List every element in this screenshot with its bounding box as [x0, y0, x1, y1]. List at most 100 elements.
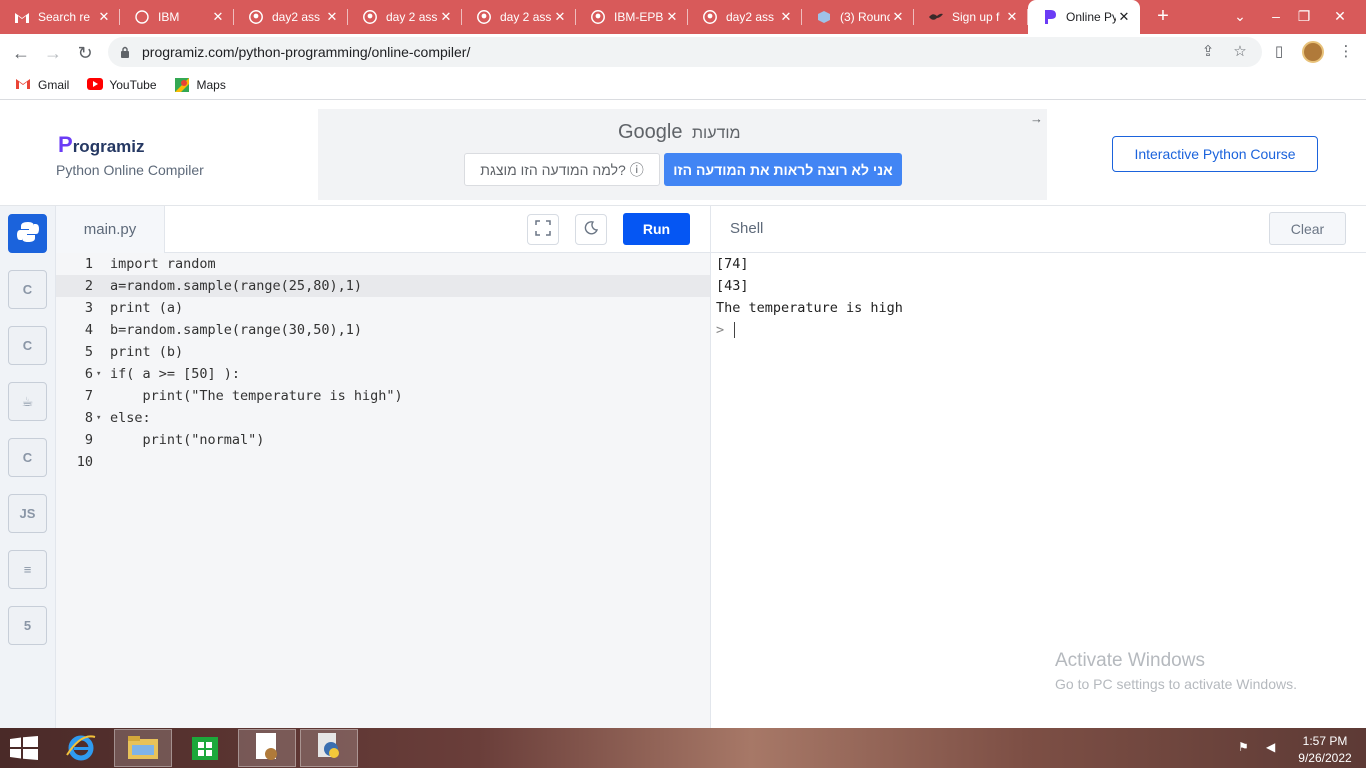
- tab-signup[interactable]: Sign up f ✕: [914, 0, 1028, 34]
- file-tab-main[interactable]: main.py: [56, 206, 165, 253]
- shell-output-line: [43]: [716, 278, 749, 294]
- shell-output-line: The temperature is high: [716, 300, 903, 316]
- activate-windows-title: Activate Windows: [1055, 650, 1205, 671]
- clear-button[interactable]: Clear: [1269, 212, 1346, 245]
- tab-title: (3) Round: [840, 10, 890, 24]
- tab-ibm-epb[interactable]: IBM-EPB ✕: [576, 0, 688, 34]
- back-arrow-icon[interactable]: ←: [8, 40, 34, 66]
- bookmark-youtube[interactable]: YouTube: [87, 77, 157, 92]
- tab-day2-d[interactable]: day2 ass ✕: [688, 0, 802, 34]
- taskbar-photo-viewer[interactable]: [238, 729, 296, 767]
- github-icon: [702, 9, 718, 25]
- rail-python[interactable]: [8, 214, 47, 253]
- fold-arrow-icon[interactable]: ▾: [96, 363, 101, 385]
- rail-csharp[interactable]: C: [8, 438, 47, 477]
- close-icon[interactable]: ✕: [210, 9, 226, 25]
- page-subtitle: Python Online Compiler: [56, 162, 204, 178]
- tab-day2-b[interactable]: day 2 ass ✕: [348, 0, 462, 34]
- html5-icon: 5: [23, 618, 32, 633]
- windows-start-button[interactable]: [10, 736, 38, 760]
- tab-online-python[interactable]: Online Py ✕: [1028, 0, 1140, 34]
- close-icon[interactable]: ✕: [664, 9, 680, 25]
- stop-seeing-ad-button[interactable]: אני לא רוצה לראות את המודעה הזו: [664, 153, 902, 186]
- document-avatar-icon: [253, 732, 281, 765]
- why-this-ad-button[interactable]: למה המודעה הזו מוצגת? ⓘ: [464, 153, 660, 186]
- rail-c[interactable]: C: [8, 270, 47, 309]
- tab-title: day2 ass: [726, 10, 775, 24]
- close-icon[interactable]: ✕: [1116, 9, 1132, 25]
- forward-arrow-icon[interactable]: →: [40, 40, 66, 66]
- programiz-logo[interactable]: Programiz: [58, 132, 144, 158]
- code-line: 10: [56, 451, 710, 473]
- tab-search-chevron-icon[interactable]: ⌄: [1222, 0, 1258, 32]
- bookmark-label: Gmail: [38, 77, 70, 92]
- close-icon[interactable]: ✕: [890, 9, 906, 25]
- rail-sql[interactable]: ≡: [8, 550, 47, 589]
- taskbar-file-explorer[interactable]: [114, 729, 172, 767]
- bookmark-gmail[interactable]: Gmail: [16, 78, 69, 92]
- taskbar-ie[interactable]: [52, 729, 110, 767]
- profile-avatar[interactable]: [1302, 41, 1324, 63]
- url-text: programiz.com/python-programming/online-…: [142, 44, 471, 60]
- text-caret: [734, 322, 736, 338]
- shell-output-line: [74]: [716, 256, 749, 272]
- code-text: print("normal"): [110, 432, 265, 448]
- clock[interactable]: 1:57 PM 9/26/2022: [1290, 734, 1360, 765]
- tab-day2-a[interactable]: day2 ass ✕: [234, 0, 348, 34]
- gmail-icon: [14, 9, 30, 25]
- code-editor[interactable]: 1 import random 2 a=random.sample(range(…: [56, 253, 710, 728]
- windows-logo-icon: [10, 736, 38, 763]
- dark-mode-button[interactable]: [575, 214, 607, 245]
- close-icon[interactable]: ✕: [324, 9, 340, 25]
- bookmarks-bar: Gmail YouTube Maps: [0, 70, 1366, 100]
- flag-icon[interactable]: ⚑: [1238, 740, 1249, 754]
- tab-ibm[interactable]: IBM ✕: [120, 0, 234, 34]
- programiz-icon: [1042, 9, 1058, 25]
- close-icon[interactable]: ✕: [552, 9, 568, 25]
- rail-java[interactable]: ☕: [8, 382, 47, 421]
- taskbar-python[interactable]: [300, 729, 358, 767]
- store-icon: [191, 733, 219, 764]
- ads-label: מודעות: [692, 125, 741, 142]
- taskbar-store[interactable]: [176, 729, 234, 767]
- tab-round[interactable]: (3) Round ✕: [802, 0, 914, 34]
- code-text: import random: [110, 256, 216, 272]
- share-icon[interactable]: ⇪: [1198, 43, 1218, 63]
- star-icon[interactable]: ☆: [1230, 43, 1250, 63]
- github-icon: [248, 9, 264, 25]
- github-icon: [362, 9, 378, 25]
- close-icon[interactable]: ✕: [1004, 9, 1020, 25]
- run-button[interactable]: Run: [623, 213, 690, 245]
- tab-search[interactable]: Search re ✕: [0, 0, 120, 34]
- close-window-button[interactable]: ✕: [1322, 0, 1358, 32]
- address-bar[interactable]: programiz.com/python-programming/online-…: [108, 37, 1262, 67]
- volume-icon[interactable]: ◀: [1266, 740, 1275, 754]
- tab-title: Search re: [38, 10, 91, 24]
- fullscreen-button[interactable]: [527, 214, 559, 245]
- rail-javascript[interactable]: JS: [8, 494, 47, 533]
- expand-icon: [535, 219, 551, 240]
- shell-input-line[interactable]: >: [716, 319, 736, 341]
- taskbar: ⚑ ◀ 1:57 PM 9/26/2022: [0, 728, 1366, 768]
- reload-icon[interactable]: ↻: [72, 40, 98, 66]
- shell-output[interactable]: [74] [43] The temperature is high > Acti…: [710, 253, 1366, 728]
- line-number: 8: [84, 410, 93, 426]
- code-text: else:: [110, 410, 151, 426]
- rail-cpp[interactable]: C: [8, 326, 47, 365]
- maximize-button[interactable]: ❐: [1286, 0, 1322, 32]
- new-tab-button[interactable]: +: [1152, 5, 1174, 27]
- menu-kebab-icon[interactable]: ⋮: [1336, 43, 1356, 63]
- browser-tab-strip: Search re ✕ IBM ✕ day2 ass ✕ day 2 ass ✕…: [0, 0, 1366, 34]
- close-icon[interactable]: ✕: [438, 9, 454, 25]
- fold-arrow-icon[interactable]: ▾: [96, 407, 101, 429]
- close-icon[interactable]: ✕: [778, 9, 794, 25]
- code-text: b=random.sample(range(30,50),1): [110, 322, 362, 338]
- rail-html[interactable]: 5: [8, 606, 47, 645]
- close-icon[interactable]: ✕: [96, 9, 112, 25]
- side-panel-icon[interactable]: ▯: [1269, 43, 1289, 63]
- ad-arrow-icon[interactable]: →: [1030, 111, 1043, 126]
- interactive-python-course-button[interactable]: Interactive Python Course: [1112, 136, 1318, 172]
- tab-day2-c[interactable]: day 2 ass ✕: [462, 0, 576, 34]
- python-icon: [16, 221, 39, 246]
- bookmark-maps[interactable]: Maps: [174, 77, 226, 92]
